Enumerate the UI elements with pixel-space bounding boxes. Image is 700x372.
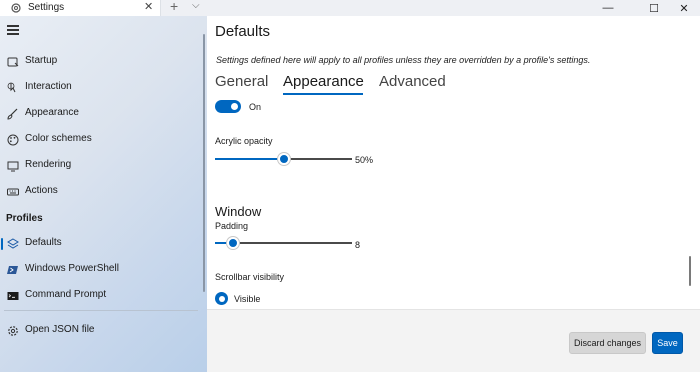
sidebar-item-startup[interactable]: Startup — [0, 50, 200, 74]
radio-dot — [218, 295, 225, 302]
monitor-icon — [7, 159, 19, 172]
palette-icon — [7, 133, 19, 146]
tab-advanced[interactable]: Advanced — [379, 73, 446, 90]
sidebar-item-windows-powershell[interactable]: Windows PowerShell — [0, 258, 200, 282]
tab-close-icon[interactable]: ✕ — [144, 0, 153, 13]
title-bar: Settings ✕ + ⌵ — ☐ ✕ — [0, 0, 700, 16]
slider-thumb[interactable] — [277, 153, 290, 165]
sidebar-item-color-schemes[interactable]: Color schemes — [0, 128, 200, 152]
tab-dropdown-icon[interactable]: ⌵ — [192, 0, 200, 11]
tab-general[interactable]: General — [215, 73, 268, 90]
scrollbar-visibility-label: Scrollbar visibility — [215, 272, 285, 282]
padding-label: Padding — [215, 221, 249, 231]
settings-content: Defaults Settings defined here will appl… — [207, 16, 700, 309]
sidebar-item-appearance[interactable]: Appearance — [0, 102, 200, 126]
layers-icon — [7, 237, 19, 249]
visible-radio[interactable] — [215, 292, 228, 305]
sidebar-item-label: Rendering — [25, 159, 72, 170]
sidebar-item-label: Appearance — [25, 107, 79, 118]
sidebar-item-actions[interactable]: Actions — [0, 180, 200, 204]
sidebar-item-label: Actions — [25, 185, 58, 196]
brush-icon — [7, 107, 19, 120]
sidebar-item-rendering[interactable]: Rendering — [0, 154, 200, 178]
acrylic-opacity-value: 50% — [355, 155, 374, 165]
sidebar-item-label: Defaults — [25, 237, 62, 248]
visible-radio-label: Visible — [234, 294, 261, 304]
sidebar-item-label: Windows PowerShell — [25, 263, 119, 274]
slider-fill — [215, 158, 284, 160]
page-description: Settings defined here will apply to all … — [216, 55, 591, 65]
acrylic-opacity-label: Acrylic opacity — [215, 136, 273, 146]
gear-icon — [7, 324, 19, 336]
sidebar-scrollbar[interactable] — [203, 34, 205, 292]
page-title: Defaults — [215, 23, 271, 40]
tab-appearance[interactable]: Appearance — [283, 73, 364, 90]
sidebar-item-label: Color schemes — [25, 133, 92, 144]
slider-thumb[interactable] — [226, 237, 239, 249]
sidebar-item-defaults[interactable]: Defaults — [0, 232, 200, 256]
new-tab-button[interactable]: + — [170, 0, 178, 14]
padding-slider[interactable] — [215, 237, 352, 249]
sidebar-item-label: Startup — [25, 55, 58, 66]
acrylic-opacity-slider[interactable] — [215, 153, 352, 165]
sidebar-divider — [4, 310, 198, 311]
window-section-heading: Window — [215, 204, 262, 219]
profiles-heading: Profiles — [6, 213, 43, 224]
sidebar-item-label: Open JSON file — [25, 324, 95, 335]
toggle-knob — [231, 103, 238, 110]
powershell-icon — [7, 263, 19, 275]
gear-icon — [10, 1, 22, 13]
tab-title: Settings — [28, 2, 65, 13]
sidebar: Startup Interaction Appearance Color sch… — [0, 16, 207, 372]
discard-changes-button[interactable]: Discard changes — [569, 332, 646, 354]
sidebar-item-label: Interaction — [25, 81, 72, 92]
toggle-state-label: On — [249, 102, 262, 112]
padding-value: 8 — [355, 240, 361, 250]
minimize-button[interactable]: — — [585, 0, 631, 16]
content-scrollbar[interactable] — [689, 256, 691, 286]
sidebar-item-interaction[interactable]: Interaction — [0, 76, 200, 100]
sidebar-item-label: Command Prompt — [25, 289, 107, 300]
active-tab-indicator — [283, 93, 363, 95]
save-button[interactable]: Save — [652, 332, 683, 354]
action-bar: Discard changes Save — [207, 309, 700, 372]
keyboard-icon — [7, 185, 19, 197]
interaction-icon — [7, 81, 19, 93]
sidebar-item-command-prompt[interactable]: Command Prompt — [0, 284, 200, 308]
sidebar-item-open-json[interactable]: Open JSON file — [0, 319, 200, 343]
acrylic-toggle[interactable] — [215, 100, 241, 113]
cmd-icon — [7, 289, 19, 301]
startup-icon — [7, 55, 19, 67]
close-window-button[interactable]: ✕ — [668, 0, 700, 16]
settings-tab[interactable]: Settings ✕ — [0, 0, 161, 16]
hamburger-menu-icon[interactable] — [7, 25, 19, 37]
